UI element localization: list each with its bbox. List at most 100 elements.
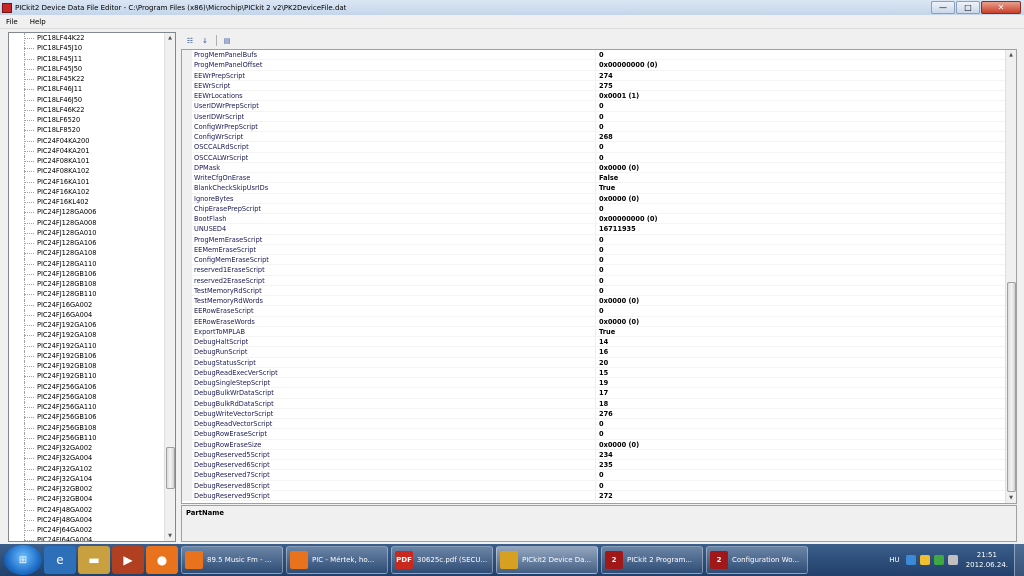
property-row[interactable]: TestMemoryRdWords 0x0000 (0) — [182, 296, 1005, 307]
property-row[interactable]: DebugWriteVectorScript 276 — [182, 408, 1005, 419]
tree-item[interactable]: PIC24FJ256GA108 — [9, 391, 164, 402]
tree-item[interactable]: PIC24FJ16GA004 — [9, 309, 164, 320]
tree-scrollbar[interactable]: ▲ ▼ — [164, 33, 175, 541]
property-row[interactable]: UNUSED4 16711935 — [182, 224, 1005, 235]
property-value[interactable]: 0 — [596, 429, 1005, 440]
property-row[interactable]: DebugReserved7Script 0 — [182, 470, 1005, 481]
property-value[interactable]: 272 — [596, 491, 1005, 501]
property-row[interactable]: DebugStatusScript 20 — [182, 357, 1005, 368]
property-value[interactable]: 0x00000000 (0) — [596, 60, 1005, 71]
ie-icon[interactable]: e — [44, 546, 76, 574]
taskbar-button[interactable]: 2 Configuration Wo... — [706, 546, 808, 574]
device-tree[interactable]: PIC18LF44K22 PIC18LF45J10 PIC18LF45J11 PIC1… — [8, 32, 176, 542]
property-row[interactable]: DebugRunScript 16 — [182, 347, 1005, 358]
language-indicator[interactable]: HU — [889, 556, 899, 564]
property-row[interactable]: EERowEraseWords 0x0000 (0) — [182, 316, 1005, 327]
property-value[interactable]: 0 — [596, 276, 1005, 286]
property-value[interactable]: 0 — [596, 481, 1005, 491]
tree-item[interactable]: PIC24FJ192GB106 — [9, 350, 164, 361]
property-row[interactable]: ConfigWrPrepScript 0 — [182, 121, 1005, 132]
property-row[interactable]: DebugReadExecVerScript 15 — [182, 367, 1005, 378]
property-value[interactable]: 18 — [596, 399, 1005, 409]
property-row[interactable]: UserIDWrScript 0 — [182, 111, 1005, 122]
property-value[interactable]: 16711935 — [596, 224, 1005, 235]
property-row[interactable]: UserIDWrPrepScript 0 — [182, 101, 1005, 112]
property-row[interactable]: ProgMemPanelBufs 0 — [182, 50, 1005, 61]
tree-item[interactable]: PIC24FJ128GA006 — [9, 207, 164, 218]
tree-item[interactable]: PIC24FJ128GA110 — [9, 258, 164, 269]
property-value[interactable]: 0x0000 (0) — [596, 163, 1005, 173]
tree-item[interactable]: PIC24FJ128GA008 — [9, 217, 164, 228]
tree-item[interactable]: PIC18LF46J50 — [9, 94, 164, 105]
property-value[interactable]: 0 — [596, 50, 1005, 61]
property-row[interactable]: DPMask 0x0000 (0) — [182, 162, 1005, 173]
categorized-icon[interactable]: ☷ — [183, 34, 197, 47]
tree-item[interactable]: PIC18LF45K22 — [9, 74, 164, 85]
property-value[interactable]: 275 — [596, 81, 1005, 91]
property-row[interactable]: ProgMemPanelOffset 0x00000000 (0) — [182, 60, 1005, 71]
taskbar-button[interactable]: PDF 30625c.pdf (SECU... — [391, 546, 493, 574]
property-grid[interactable]: ProgMemPanelBufs 0 ProgMemPanelOffset 0x000… — [181, 49, 1017, 504]
show-desktop-button[interactable] — [1014, 544, 1024, 576]
grid-scrollbar[interactable]: ▲ ▼ — [1005, 50, 1016, 503]
property-row[interactable]: ProgMemEraseScript 0 — [182, 234, 1005, 245]
tree-item[interactable]: PIC24FJ64GA004 — [9, 535, 164, 541]
property-row[interactable]: DebugBulkRdDataScript 18 — [182, 398, 1005, 409]
network-icon[interactable] — [905, 555, 916, 565]
tree-item[interactable]: PIC24FJ32GA002 — [9, 443, 164, 454]
property-row[interactable]: EEMemEraseScript 0 — [182, 244, 1005, 255]
tree-item[interactable]: PIC24FJ32GB004 — [9, 494, 164, 505]
tree-item[interactable]: PIC24FJ64GA002 — [9, 525, 164, 536]
property-row[interactable]: EEWrLocations 0x0001 (1) — [182, 91, 1005, 102]
tree-item[interactable]: PIC24FJ192GA106 — [9, 320, 164, 331]
property-value[interactable]: 0 — [596, 153, 1005, 163]
tree-item[interactable]: PIC24FJ128GA106 — [9, 238, 164, 249]
property-row[interactable]: ConfigWrScript 268 — [182, 132, 1005, 143]
property-value[interactable]: 234 — [596, 450, 1005, 460]
property-value[interactable]: 14 — [596, 337, 1005, 348]
tree-item[interactable]: PIC24FJ192GA108 — [9, 330, 164, 341]
antivirus-icon[interactable] — [933, 555, 944, 565]
scroll-up-icon[interactable]: ▲ — [165, 33, 175, 43]
property-value[interactable]: 0x00000000 (0) — [596, 214, 1005, 225]
property-value[interactable]: 268 — [596, 132, 1005, 143]
property-value[interactable]: 20 — [596, 358, 1005, 368]
tree-item[interactable]: PIC24F08KA102 — [9, 166, 164, 177]
scroll-up-icon[interactable]: ▲ — [1006, 50, 1016, 60]
property-value[interactable]: 0 — [596, 204, 1005, 214]
media-player-icon[interactable]: ▶ — [112, 546, 144, 574]
clock[interactable]: 21:51 2012.06.24. — [960, 550, 1014, 570]
property-value[interactable]: 15 — [596, 368, 1005, 378]
minimize-button[interactable]: — — [931, 1, 955, 14]
tree-item[interactable]: PIC24FJ128GB106 — [9, 268, 164, 279]
tree-item[interactable]: PIC24F16KA102 — [9, 186, 164, 197]
tree-item[interactable]: PIC24FJ192GB108 — [9, 361, 164, 372]
property-row[interactable]: EERowEraseScript 0 — [182, 306, 1005, 317]
property-row[interactable]: DebugReserved9Script 272 — [182, 490, 1005, 501]
taskbar-button[interactable]: 89.5 Music Fm - ... — [181, 546, 283, 574]
property-value[interactable]: 0x0000 (0) — [596, 194, 1005, 204]
property-value[interactable]: 0 — [596, 306, 1005, 317]
close-button[interactable]: ✕ — [981, 1, 1021, 14]
property-row[interactable]: ChipErasePrepScript 0 — [182, 203, 1005, 214]
tree-item[interactable]: PIC24FJ128GB108 — [9, 279, 164, 290]
maximize-button[interactable]: □ — [956, 1, 980, 14]
tree-item[interactable]: PIC24FJ256GB106 — [9, 412, 164, 423]
tree-item[interactable]: PIC24F04KA200 — [9, 135, 164, 146]
tree-item[interactable]: PIC24FJ256GA106 — [9, 381, 164, 392]
property-row[interactable]: BlankCheckSkipUsrIDs True — [182, 183, 1005, 194]
tree-item[interactable]: PIC24FJ192GA110 — [9, 340, 164, 351]
property-row[interactable]: OSCCALWrScript 0 — [182, 152, 1005, 163]
property-value[interactable]: True — [596, 183, 1005, 194]
property-row[interactable]: ConfigMemEraseScript 0 — [182, 255, 1005, 266]
taskbar-button[interactable]: 2 PICkit 2 Program... — [601, 546, 703, 574]
property-value[interactable]: 0 — [596, 142, 1005, 153]
property-value[interactable]: 0x0000 (0) — [596, 317, 1005, 327]
property-row[interactable]: DebugReserved6Script 235 — [182, 460, 1005, 471]
tree-item[interactable]: PIC24FJ16GA002 — [9, 299, 164, 310]
menu-file[interactable]: File — [0, 18, 24, 26]
grid-scroll-thumb[interactable] — [1007, 282, 1016, 492]
property-pages-icon[interactable]: ▤ — [220, 34, 234, 47]
property-value[interactable]: 276 — [596, 409, 1005, 419]
property-value[interactable]: 0 — [596, 101, 1005, 112]
